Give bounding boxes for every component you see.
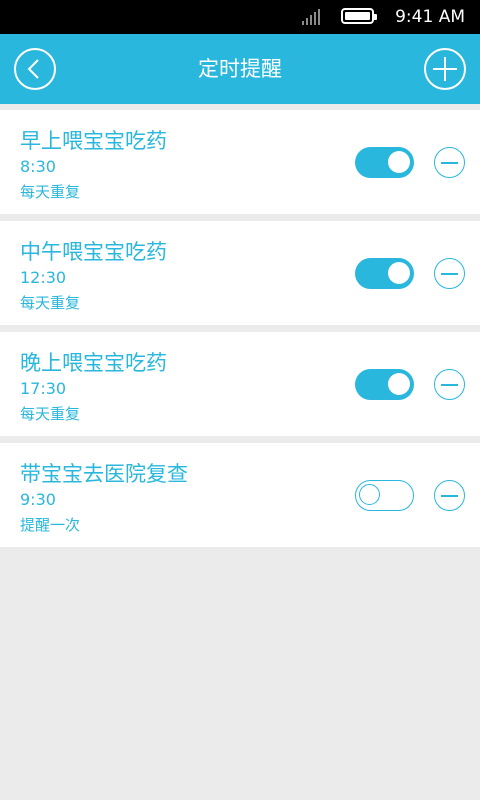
reminder-item[interactable]: 中午喂宝宝吃药 12:30 每天重复 bbox=[0, 221, 480, 325]
reminder-toggle[interactable] bbox=[355, 258, 414, 289]
reminder-item[interactable]: 带宝宝去医院复查 9:30 提醒一次 bbox=[0, 443, 480, 547]
toggle-knob bbox=[388, 151, 410, 173]
toggle-knob bbox=[359, 484, 380, 505]
reminder-time: 9:30 bbox=[20, 490, 56, 509]
remove-reminder-button[interactable] bbox=[434, 258, 465, 289]
reminder-repeat: 每天重复 bbox=[20, 294, 81, 312]
reminder-title: 中午喂宝宝吃药 bbox=[20, 240, 167, 264]
reminder-repeat: 提醒一次 bbox=[20, 516, 81, 534]
add-reminder-button[interactable] bbox=[424, 48, 466, 90]
reminder-repeat: 每天重复 bbox=[20, 183, 81, 201]
reminder-time: 17:30 bbox=[20, 379, 67, 398]
toggle-knob bbox=[388, 373, 410, 395]
reminder-title: 晚上喂宝宝吃药 bbox=[20, 351, 167, 375]
reminder-list: 早上喂宝宝吃药 8:30 每天重复 中午喂宝宝吃药 12:30 每天重复 晚上喂… bbox=[0, 104, 480, 547]
reminder-toggle[interactable] bbox=[355, 147, 414, 178]
status-time: 9:41 AM bbox=[395, 7, 465, 27]
page-title: 定时提醒 bbox=[198, 57, 282, 81]
reminder-toggle[interactable] bbox=[355, 369, 414, 400]
status-bar: 9:41 AM bbox=[0, 0, 480, 34]
remove-reminder-button[interactable] bbox=[434, 369, 465, 400]
reminder-time: 12:30 bbox=[20, 268, 67, 287]
signal-icon bbox=[302, 9, 322, 25]
remove-reminder-button[interactable] bbox=[434, 480, 465, 511]
remove-reminder-button[interactable] bbox=[434, 147, 465, 178]
reminder-item[interactable]: 晚上喂宝宝吃药 17:30 每天重复 bbox=[0, 332, 480, 436]
battery-icon bbox=[341, 8, 377, 24]
reminder-time: 8:30 bbox=[20, 157, 56, 176]
reminder-item[interactable]: 早上喂宝宝吃药 8:30 每天重复 bbox=[0, 110, 480, 214]
reminder-repeat: 每天重复 bbox=[20, 405, 81, 423]
header-bar: 定时提醒 bbox=[0, 34, 480, 104]
reminder-title: 带宝宝去医院复查 bbox=[20, 462, 188, 486]
reminder-toggle[interactable] bbox=[355, 480, 414, 511]
plus-icon bbox=[433, 57, 457, 81]
reminder-title: 早上喂宝宝吃药 bbox=[20, 129, 167, 153]
toggle-knob bbox=[388, 262, 410, 284]
